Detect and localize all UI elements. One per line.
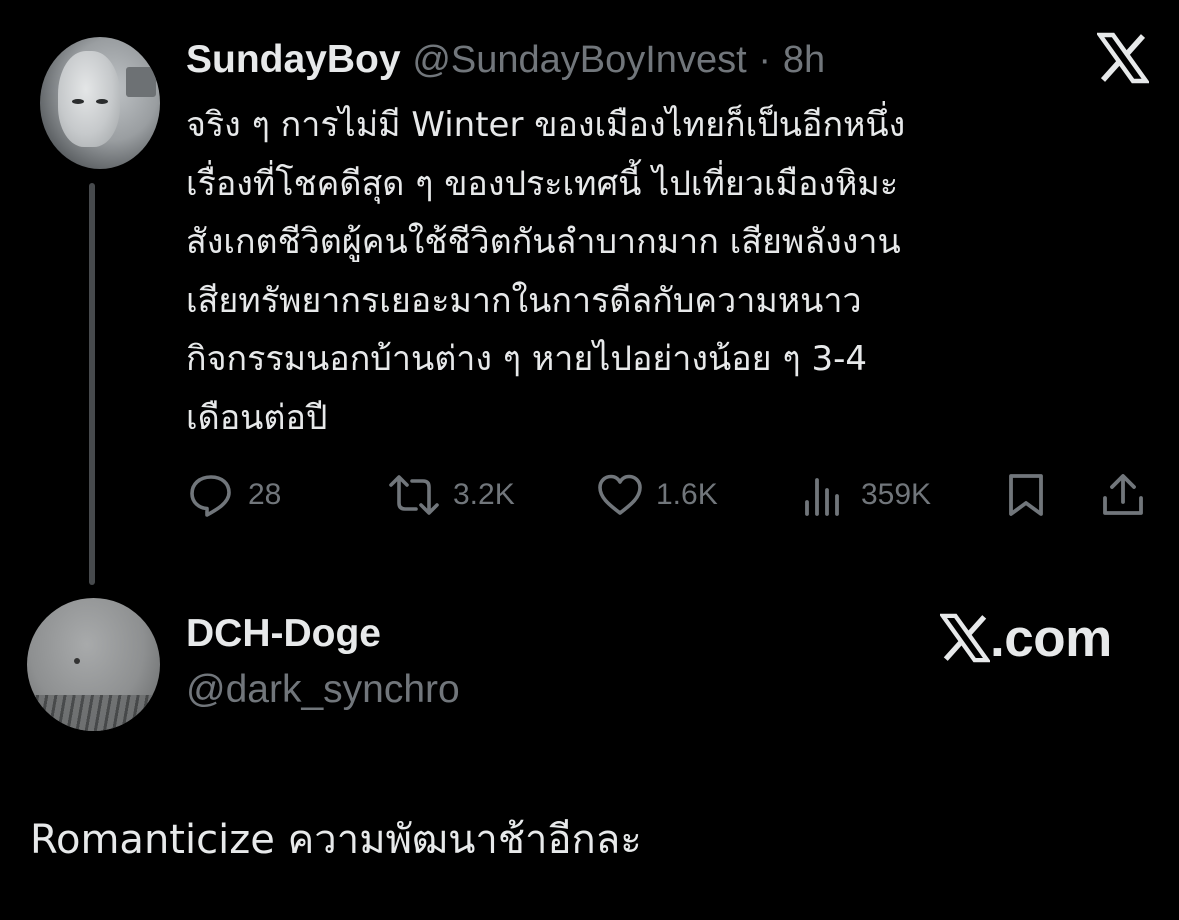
views-button[interactable]: 359K [803, 470, 931, 520]
reply-count: 28 [248, 478, 282, 511]
avatar-left-eye [72, 99, 84, 104]
tweet-display-name[interactable]: SundayBoy [186, 38, 401, 81]
tweet-line: เรื่องที่โชคดีสุด ๆ ของประเทศนี้ ไปเที่ย… [186, 163, 899, 204]
like-button[interactable]: 1.6K [596, 470, 718, 520]
tweet-header: SundayBoy @SundayBoyInvest · 8h [186, 38, 825, 82]
tweet-line: จริง ๆ การไม่มี Winter ของเมืองไทยก็เป็น… [186, 105, 906, 145]
reply-button[interactable]: 28 [188, 470, 281, 520]
tweet-line: กิจกรรมนอกบ้านต่าง ๆ หายไปอย่างน้อย ๆ 3-… [186, 339, 867, 379]
x-logo-icon [940, 613, 990, 663]
avatar-detail [74, 658, 80, 664]
reply-icon [190, 475, 231, 517]
tweet-line: เสียทรัพยากรเยอะมากในการดีลกับความหนาว [186, 280, 862, 321]
tweet-actions: 28 3.2K 1.6K 359K [0, 470, 1179, 520]
tweet-handle[interactable]: @SundayBoyInvest [412, 39, 746, 81]
bookmark-button[interactable] [1006, 470, 1046, 520]
tweet-body: จริง ๆ การไม่มี Winter ของเมืองไทยก็เป็น… [186, 96, 1146, 447]
x-logo-icon [1097, 32, 1149, 84]
reply-handle[interactable]: @dark_synchro [186, 668, 460, 712]
avatar-sundayboy[interactable] [40, 37, 160, 169]
header-separator: · [758, 39, 772, 81]
reply-display-name[interactable]: DCH-Doge [186, 612, 381, 656]
x-com-watermark: .com [940, 608, 1112, 668]
heart-icon [598, 474, 642, 515]
repost-button[interactable]: 3.2K [387, 470, 515, 520]
thread-connector-line [89, 183, 95, 585]
avatar-background-detail [126, 67, 156, 97]
avatar-right-eye [96, 99, 108, 104]
avatar-face [58, 51, 120, 147]
avatar-dch-doge[interactable] [27, 598, 160, 731]
bookmark-icon [1009, 474, 1043, 516]
tweet-time[interactable]: 8h [783, 39, 825, 81]
share-button[interactable] [1100, 470, 1146, 520]
watermark-text: .com [990, 608, 1112, 668]
repost-icon [389, 475, 439, 515]
tweet-line: สังเกตชีวิตผู้คนใช้ชีวิตกันลำบากมาก เสีย… [186, 222, 901, 262]
views-count: 359K [861, 478, 932, 511]
share-icon [1103, 474, 1143, 515]
avatar-floor-pattern [27, 695, 160, 731]
like-count: 1.6K [656, 478, 718, 511]
reply-text: Romanticize ความพัฒนาช้าอีกละ [30, 817, 642, 863]
repost-count: 3.2K [453, 478, 515, 511]
tweet-line: เดือนต่อปี [186, 397, 328, 438]
views-icon [805, 478, 839, 516]
